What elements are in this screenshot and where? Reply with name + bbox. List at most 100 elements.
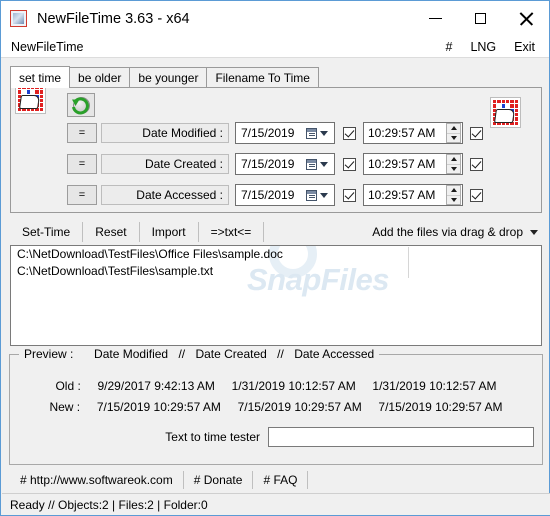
title-bar: NewFileTime 3.63 - x64 bbox=[1, 1, 549, 36]
status-bar: Ready // Objects:2 | Files:2 | Folder:0 bbox=[2, 493, 550, 515]
hand-cursor-icon bbox=[494, 109, 515, 123]
close-button[interactable] bbox=[503, 1, 549, 36]
date-modified-date-checkbox[interactable] bbox=[343, 126, 356, 140]
date-created-datepicker[interactable]: 7/15/2019 bbox=[235, 153, 335, 175]
date-accessed-date-checkbox[interactable] bbox=[343, 188, 356, 202]
maximize-icon bbox=[475, 13, 486, 24]
menu-item-lng[interactable]: LNG bbox=[461, 40, 505, 54]
footer-links: # http://www.softwareok.com # Donate # F… bbox=[10, 469, 542, 491]
tab-filename-to-time[interactable]: Filename To Time bbox=[206, 67, 319, 88]
chevron-down-icon[interactable] bbox=[320, 192, 328, 198]
drag-drop-label: Add the files via drag & drop bbox=[372, 225, 523, 239]
date-created-time-checkbox[interactable] bbox=[470, 157, 483, 171]
date-accessed-datepicker[interactable]: 7/15/2019 bbox=[235, 184, 335, 206]
date-created-date-checkbox[interactable] bbox=[343, 157, 356, 171]
link-website[interactable]: # http://www.softwareok.com bbox=[10, 471, 184, 489]
date-created-time-spinner[interactable] bbox=[446, 154, 461, 174]
preview-old-created: 1/31/2019 10:12:57 AM bbox=[231, 379, 356, 393]
status-text: Ready // Objects:2 | Files:2 | Folder:0 bbox=[10, 497, 208, 512]
action-toolbar: Set-Time Reset Import =>txt<= Add the fi… bbox=[10, 220, 542, 244]
preview-col-modified: Date Modified bbox=[94, 347, 169, 361]
date-modified-time-spinner[interactable] bbox=[446, 123, 461, 143]
window-title: NewFileTime 3.63 - x64 bbox=[37, 10, 190, 27]
preview-label: Preview : bbox=[24, 347, 74, 361]
date-accessed-time-value: 10:29:57 AM bbox=[368, 188, 436, 202]
date-modified-label: Date Modified : bbox=[101, 123, 229, 143]
preview-col-accessed: Date Accessed bbox=[294, 347, 375, 361]
list-item[interactable]: C:\NetDownload\TestFiles\Office Files\sa… bbox=[11, 246, 541, 263]
export-txt-button[interactable]: =>txt<= bbox=[199, 222, 265, 242]
date-modified-equals-button[interactable]: = bbox=[67, 123, 97, 143]
preview-old-row: Old : 9/29/2017 9:42:13 AM 1/31/2019 10:… bbox=[10, 379, 542, 393]
date-modified-time-value: 10:29:57 AM bbox=[368, 126, 436, 140]
preview-new-row: New : 7/15/2019 10:29:57 AM 7/15/2019 10… bbox=[10, 400, 542, 414]
list-item[interactable]: C:\NetDownload\TestFiles\sample.txt bbox=[11, 263, 541, 280]
date-created-time-value: 10:29:57 AM bbox=[368, 157, 436, 171]
reset-button[interactable]: Reset bbox=[83, 222, 140, 242]
menu-item-exit[interactable]: Exit bbox=[505, 40, 549, 54]
date-created-value: 7/15/2019 bbox=[241, 157, 295, 171]
calendar-icon bbox=[306, 127, 317, 139]
date-modified-time-checkbox[interactable] bbox=[470, 126, 483, 140]
preview-group: Preview : Date Modified // Date Created … bbox=[9, 347, 543, 465]
text-to-time-tester-input[interactable] bbox=[268, 427, 534, 447]
tab-be-younger[interactable]: be younger bbox=[129, 67, 208, 88]
refresh-now-button[interactable] bbox=[67, 93, 95, 117]
spinner-up-icon[interactable] bbox=[447, 124, 460, 134]
preview-new-created: 7/15/2019 10:29:57 AM bbox=[237, 400, 362, 414]
link-faq[interactable]: # FAQ bbox=[253, 471, 309, 489]
minimize-icon bbox=[429, 17, 442, 20]
preview-col-created: Date Created bbox=[195, 347, 267, 361]
file-list[interactable]: SnapFiles C:\NetDownload\TestFiles\Offic… bbox=[10, 245, 542, 346]
date-accessed-time-checkbox[interactable] bbox=[470, 188, 483, 202]
tab-be-older[interactable]: be older bbox=[69, 67, 131, 88]
text-to-time-tester-label: Text to time tester bbox=[165, 430, 260, 444]
close-icon bbox=[519, 12, 533, 26]
drag-drop-dropdown[interactable]: Add the files via drag & drop bbox=[372, 225, 542, 239]
date-created-label: Date Created : bbox=[101, 154, 229, 174]
date-modified-value: 7/15/2019 bbox=[241, 126, 295, 140]
date-accessed-equals-button[interactable]: = bbox=[67, 185, 97, 205]
chevron-down-icon[interactable] bbox=[530, 229, 538, 235]
date-accessed-time-spinner[interactable] bbox=[446, 185, 461, 205]
hand-cursor-icon bbox=[19, 95, 40, 109]
date-accessed-value: 7/15/2019 bbox=[241, 188, 295, 202]
minimize-button[interactable] bbox=[413, 1, 458, 36]
preview-old-accessed: 1/31/2019 10:12:57 AM bbox=[372, 379, 497, 393]
date-accessed-timepicker[interactable]: 10:29:57 AM bbox=[363, 184, 463, 206]
preview-new-modified: 7/15/2019 10:29:57 AM bbox=[96, 400, 221, 414]
import-button[interactable]: Import bbox=[140, 222, 199, 242]
set-time-button[interactable]: Set-Time bbox=[10, 222, 84, 242]
chevron-down-icon[interactable] bbox=[320, 130, 328, 136]
date-modified-datepicker[interactable]: 7/15/2019 bbox=[235, 122, 335, 144]
spinner-up-icon[interactable] bbox=[447, 186, 460, 196]
date-accessed-label: Date Accessed : bbox=[101, 185, 229, 205]
preview-sep-2: // bbox=[277, 347, 284, 361]
menu-bar: NewFileTime # LNG Exit bbox=[1, 36, 549, 58]
link-donate[interactable]: # Donate bbox=[184, 471, 254, 489]
menu-right-group: # LNG Exit bbox=[437, 40, 550, 54]
spinner-up-icon[interactable] bbox=[447, 155, 460, 165]
menu-item-hash[interactable]: # bbox=[437, 40, 462, 54]
tab-set-time[interactable]: set time bbox=[10, 66, 71, 88]
chevron-down-icon[interactable] bbox=[320, 161, 328, 167]
maximize-button[interactable] bbox=[458, 1, 503, 36]
preview-new-accessed: 7/15/2019 10:29:57 AM bbox=[378, 400, 503, 414]
refresh-arrow-icon bbox=[72, 97, 89, 115]
preview-old-label: Old : bbox=[55, 379, 81, 393]
preview-old-modified: 9/29/2017 9:42:13 AM bbox=[97, 379, 215, 393]
preview-new-label: New : bbox=[49, 400, 81, 414]
window-controls bbox=[413, 1, 549, 36]
preview-group-title: Preview : Date Modified // Date Created … bbox=[19, 347, 380, 361]
spinner-down-icon[interactable] bbox=[447, 134, 460, 143]
date-modified-timepicker[interactable]: 10:29:57 AM bbox=[363, 122, 463, 144]
set-time-panel: = Date Modified : 7/15/2019 10:29:57 AM … bbox=[10, 87, 542, 213]
text-to-time-tester-row: Text to time tester bbox=[10, 425, 542, 449]
spinner-down-icon[interactable] bbox=[447, 196, 460, 205]
date-created-timepicker[interactable]: 10:29:57 AM bbox=[363, 153, 463, 175]
calendar-picker-right-icon[interactable] bbox=[490, 97, 521, 128]
spinner-down-icon[interactable] bbox=[447, 165, 460, 174]
menu-item-newfiletime[interactable]: NewFileTime bbox=[11, 40, 83, 54]
date-created-equals-button[interactable]: = bbox=[67, 154, 97, 174]
calendar-icon bbox=[306, 158, 317, 170]
